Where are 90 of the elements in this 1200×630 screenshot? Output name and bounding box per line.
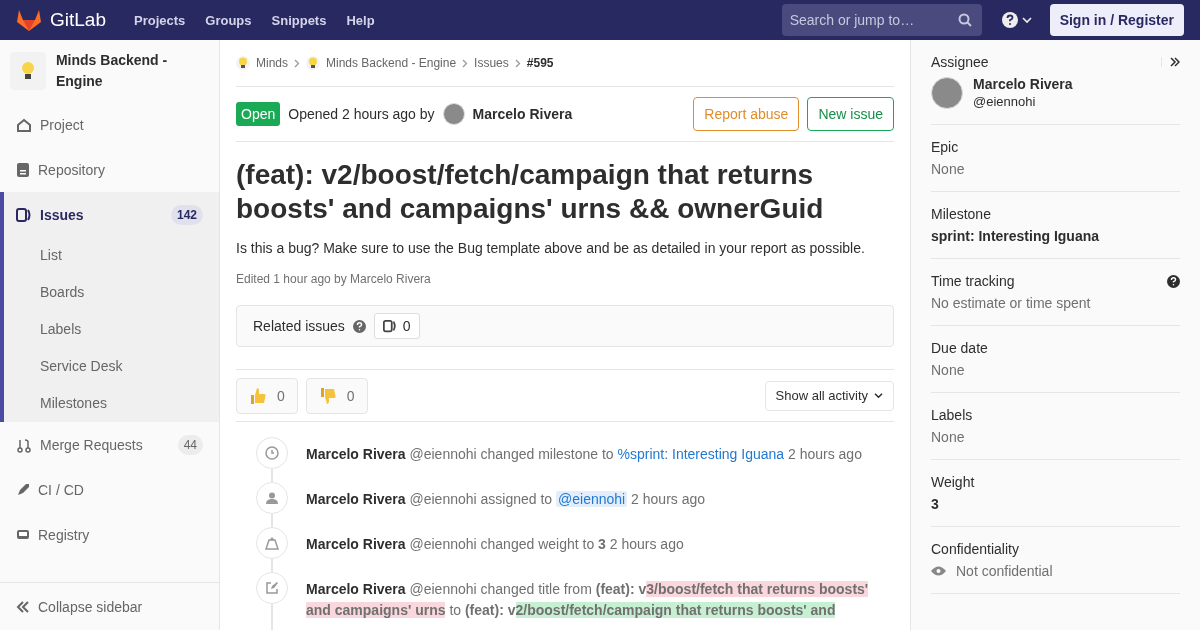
top-nav-link[interactable]: Projects [134, 12, 186, 28]
section-label: Labels [931, 407, 973, 423]
activity-entry: Marcelo Rivera @eiennohi changed weight to 3 2 hours ago [306, 535, 684, 554]
help-icon [1001, 12, 1018, 28]
chevron-down-icon [1021, 16, 1032, 24]
avatar [931, 77, 963, 109]
search-field[interactable]: Search or jump to… [781, 4, 982, 36]
section-value: No estimate or time spent [931, 295, 1091, 311]
edited-note: Edited 1 hour ago by Marcelo Rivera [236, 272, 432, 286]
fox-logo-icon [16, 8, 42, 32]
double-chevron-left-icon [16, 600, 30, 613]
search-icon [957, 13, 972, 27]
activity-entry: Marcelo Rivera @eiennohi changed title from (feat): v3/boost/fetch that returns boosts' and campaigns' urns to (feat): v2/boost/fetch/campaign that returns boosts' and [306, 580, 870, 620]
lightbulb-icon [20, 61, 35, 81]
activity-filter-dropdown[interactable]: Show all activity [764, 380, 894, 411]
assignee-name[interactable]: Marcelo Rivera [973, 76, 1073, 92]
count-badge: 142 [170, 204, 203, 225]
sidebar-subitem[interactable]: Milestones [4, 385, 219, 422]
section-value: 3 [931, 496, 939, 512]
assignee-handle: @eiennohi [973, 94, 1036, 109]
count-badge: 44 [177, 434, 203, 455]
sidebar-item[interactable]: Merge Requests 44 [0, 422, 219, 467]
related-count: 0 [402, 318, 411, 334]
help-icon [1167, 274, 1180, 288]
top-nav-link[interactable]: Snippets [271, 12, 327, 28]
user-mention-link[interactable]: @eiennohi [556, 491, 628, 507]
home-icon [16, 116, 32, 133]
sidebar-subitem[interactable]: Service Desk [4, 348, 219, 385]
edit-icon [265, 581, 279, 595]
top-nav-link[interactable]: Groups [205, 12, 252, 28]
avatar [442, 103, 465, 125]
section-label: Confidentiality [931, 541, 1019, 557]
issues-icon [16, 206, 32, 223]
chevron-down-icon [874, 392, 883, 399]
expand-sidebar-button[interactable] [1161, 57, 1180, 67]
activity-entry: Marcelo Rivera @eiennohi assigned to @eiennohi 2 hours ago [306, 490, 706, 509]
sign-in-button[interactable]: Sign in / Register [1049, 4, 1184, 36]
registry-icon [16, 527, 30, 542]
sidebar-item[interactable]: Registry [0, 512, 219, 557]
status-badge: Open [236, 102, 281, 126]
author-name[interactable]: Marcelo Rivera [472, 106, 573, 122]
reaction-button[interactable]: 0 [236, 377, 298, 414]
issue-description: Is this a bug? Make sure to use the Bug template above and be as detailed in your report as possible. [236, 240, 866, 256]
sidebar-item[interactable]: Repository [0, 147, 219, 192]
double-chevron-right-icon [1170, 57, 1180, 67]
issues-icon [382, 319, 397, 333]
new-issue-button[interactable]: New issue [807, 97, 894, 131]
section-label: Weight [931, 474, 975, 490]
section-value: None [931, 429, 965, 445]
issue-title: (feat): v2/boost/fetch/campaign that returns boosts' and campaigns' urns && ownerGuid [236, 158, 825, 226]
brand-name: GitLab [50, 9, 106, 31]
document-icon [16, 161, 30, 178]
clock-icon [265, 446, 279, 460]
sidebar-item[interactable]: CI / CD [0, 467, 219, 512]
eye-icon [931, 566, 946, 576]
sidebar-subitem[interactable]: Boards [4, 274, 219, 311]
thumbs-down-icon [318, 386, 337, 405]
sidebar-subitem[interactable]: List [4, 237, 219, 274]
section-label: Time tracking [931, 273, 1015, 289]
sidebar-item[interactable]: Issues 142 [4, 192, 219, 237]
weight-icon [265, 536, 279, 550]
sidebar-item[interactable]: Project [0, 102, 219, 147]
activity-entry: Marcelo Rivera @eiennohi changed milestone to %sprint: Interesting Iguana 2 hours ago [306, 445, 862, 464]
breadcrumb-link[interactable]: Minds [256, 56, 288, 70]
help-icon [352, 319, 366, 333]
breadcrumb-link[interactable]: #595 [526, 56, 554, 70]
breadcrumb-link[interactable]: Minds Backend - Engine [326, 56, 457, 70]
sidebar-subitem[interactable]: Labels [4, 311, 219, 348]
merge-request-icon [16, 436, 32, 453]
milestone-link[interactable]: %sprint: Interesting Iguana [617, 446, 785, 462]
section-label: Epic [931, 139, 959, 155]
section-value: None [931, 362, 965, 378]
top-nav-link[interactable]: Help [346, 12, 375, 28]
help-menu-button[interactable] [999, 10, 1034, 30]
chevron-right-icon [514, 58, 521, 68]
project-name: Minds Backend - Engine [55, 51, 169, 91]
related-issues-label: Related issues [253, 318, 345, 334]
section-label: Milestone [931, 206, 991, 222]
person-icon [265, 491, 279, 505]
reaction-button[interactable]: 0 [305, 377, 368, 414]
section-value: sprint: Interesting Iguana [931, 228, 1099, 244]
opened-text: Opened 2 hours ago by [288, 106, 435, 122]
section-value: None [931, 161, 965, 177]
breadcrumb-link[interactable]: Issues [474, 56, 509, 70]
thumbs-up-icon [249, 386, 267, 405]
chevron-right-icon [462, 58, 469, 68]
section-value: Not confidential [956, 563, 1053, 579]
chevron-right-icon [294, 58, 300, 68]
section-label: Due date [931, 340, 988, 356]
assignee-label: Assignee [931, 54, 989, 70]
